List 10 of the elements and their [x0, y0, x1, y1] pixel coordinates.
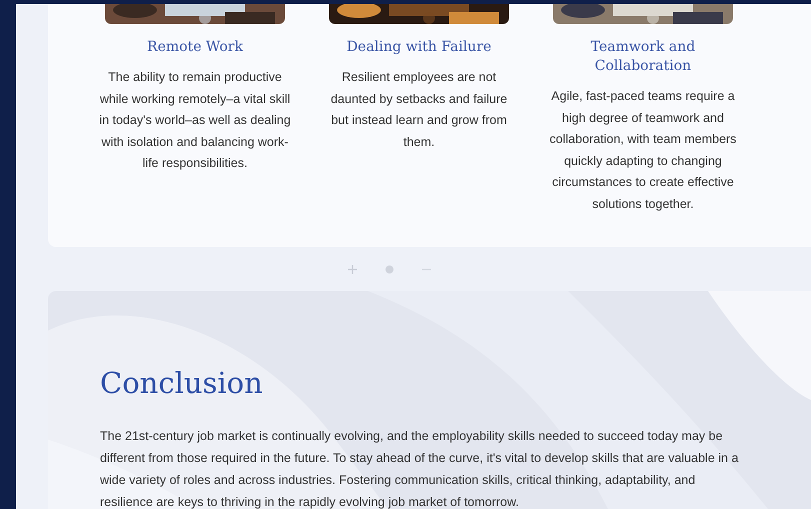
plus-icon[interactable]	[348, 264, 357, 274]
section-paragraph: The 21st-century job market is continually evolving, and the employability skills needed to succeed today may be different from those required in the future. To stay ahead of the curve, it's vital to develop skills that are valuable in a wide variety of roles and across industries. Fostering communication skills, critical thinking, adaptability, and resilience are keys to thriving in the rapidly evolving job market of tomorrow.	[100, 428, 740, 509]
section-heading: Conclusion	[100, 365, 264, 402]
feature-title: Teamwork and Collaboration	[590, 38, 696, 76]
feature-text: Agile, fast-paced teams require a high degree of teamwork and collaboration, with team members quickly adapting to changing circumstances to create effective solutions together.	[548, 88, 738, 213]
feature-text: The ability to remain productive while working remotely–a vital skill in today's world–as well as dealing with isolation and balancing work-life responsibilities.	[98, 69, 292, 172]
dot-icon[interactable]	[385, 264, 394, 274]
feature-text: Resilient employees are not daunted by setbacks and failure but instead learn and grow from them.	[330, 69, 508, 150]
feature-title: Remote Work	[146, 38, 244, 57]
feature-title: Dealing with Failure	[346, 38, 492, 57]
